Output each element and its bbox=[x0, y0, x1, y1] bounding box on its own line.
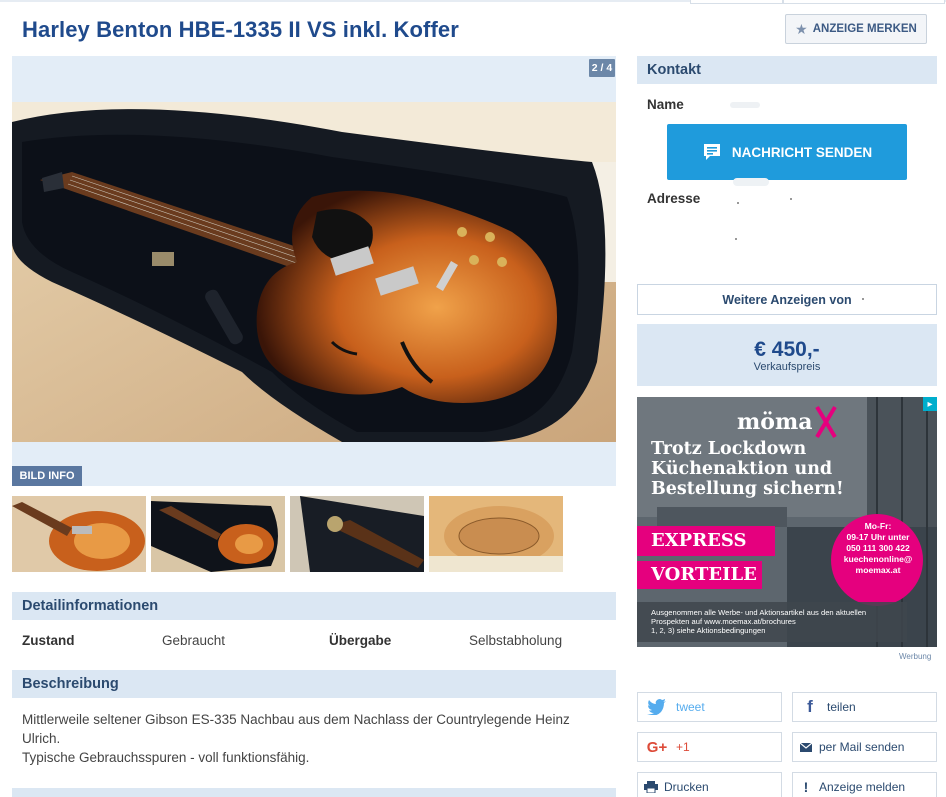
gplus-button[interactable]: G+ +1 bbox=[637, 732, 782, 762]
price-amount: € 450,- bbox=[754, 338, 820, 361]
google-plus-icon: G+ bbox=[646, 738, 668, 756]
handover-value: Selbstabholung bbox=[469, 633, 563, 648]
thumbnail-image bbox=[12, 496, 146, 572]
description-line: Typische Gebrauchsspuren - voll funktion… bbox=[22, 750, 310, 765]
ad-badge: Mo-Fr: 09-17 Uhr unter 050 111 300 422 k… bbox=[833, 521, 923, 576]
guitar-photo bbox=[12, 102, 616, 442]
more-ads-button[interactable]: Weitere Anzeigen von bbox=[637, 284, 937, 315]
condition-value: Gebraucht bbox=[162, 633, 226, 648]
print-button[interactable]: Drucken bbox=[637, 772, 782, 797]
address-label: Adresse bbox=[647, 191, 701, 206]
mail-share-button[interactable]: per Mail senden bbox=[792, 732, 937, 762]
printer-icon bbox=[638, 781, 664, 793]
mail-share-label: per Mail senden bbox=[819, 740, 905, 754]
ad-brand: möma bbox=[737, 409, 813, 435]
contact-heading: Kontakt bbox=[637, 56, 937, 84]
ad-express: EXPRESS bbox=[651, 530, 747, 551]
redacted-name bbox=[730, 102, 760, 108]
thumbnail-image bbox=[429, 496, 563, 572]
main-photo[interactable] bbox=[12, 102, 616, 442]
top-tab[interactable] bbox=[690, 0, 783, 4]
image-counter: 2 / 4 bbox=[589, 59, 615, 77]
more-ads-label: Weitere Anzeigen von bbox=[722, 292, 852, 307]
chat-icon bbox=[703, 144, 720, 160]
page: Harley Benton HBE-1335 II VS inkl. Koffe… bbox=[0, 0, 946, 797]
ad-fineprint: Ausgenommen alle Werbe- und Aktionsartik… bbox=[651, 608, 866, 635]
description-text: Mittlerweile seltener Gibson ES-335 Nach… bbox=[22, 710, 602, 767]
redacted-address bbox=[735, 238, 737, 240]
tweet-button[interactable]: tweet bbox=[637, 692, 782, 722]
thumbnail[interactable] bbox=[12, 496, 146, 572]
gplus-label: +1 bbox=[676, 740, 690, 754]
tweet-label: tweet bbox=[676, 700, 705, 714]
ad-badge-line: moemax.at bbox=[855, 565, 901, 575]
ad-headline-line: Bestellung sichern! bbox=[651, 479, 844, 499]
ad-title: Harley Benton HBE-1335 II VS inkl. Koffe… bbox=[22, 17, 459, 42]
facebook-share-button[interactable]: f teilen bbox=[792, 692, 937, 722]
description-heading: Beschreibung bbox=[12, 670, 616, 698]
ad-badge-line: 050 111 300 422 bbox=[846, 543, 910, 553]
save-ad-button[interactable]: ★ ANZEIGE MERKEN bbox=[785, 14, 927, 44]
print-label: Drucken bbox=[664, 780, 709, 794]
ad-fineprint-line: Prospekten auf www.moemax.at/brochures bbox=[651, 617, 796, 626]
thumbnail[interactable] bbox=[429, 496, 563, 572]
name-label: Name bbox=[647, 97, 684, 112]
ad-fineprint-line: 1, 2, 3) siehe Aktionsbedingungen bbox=[651, 626, 766, 635]
report-ad-button[interactable]: ! Anzeige melden bbox=[792, 772, 937, 797]
ad-vorteile: VORTEILE bbox=[651, 564, 757, 585]
ad-headline-line: Trotz Lockdown bbox=[651, 439, 807, 459]
next-section-heading bbox=[12, 788, 616, 797]
ad-badge-line: Mo-Fr: bbox=[864, 521, 892, 531]
mail-icon bbox=[793, 742, 819, 752]
thumbnail[interactable] bbox=[151, 496, 285, 572]
ad-headline-line: Küchenaktion und bbox=[651, 459, 833, 479]
facebook-share-label: teilen bbox=[827, 700, 856, 714]
thumbnail-image bbox=[290, 496, 424, 572]
star-icon: ★ bbox=[795, 21, 808, 37]
advertisement-banner[interactable]: möma Trotz Lockdown Küchenaktion und Bes… bbox=[637, 397, 937, 647]
thumbnail[interactable] bbox=[290, 496, 424, 572]
twitter-icon bbox=[638, 699, 676, 715]
price-box: € 450,- Verkaufspreis bbox=[637, 324, 937, 386]
exclamation-icon: ! bbox=[803, 779, 809, 795]
ad-choices-icon[interactable]: ▸ bbox=[923, 397, 937, 411]
image-info-button[interactable]: BILD INFO bbox=[12, 466, 82, 486]
condition-label: Zustand bbox=[22, 633, 75, 648]
ad-label: Werbung bbox=[899, 652, 932, 661]
handover-label: Übergabe bbox=[329, 633, 392, 648]
facebook-icon: f bbox=[807, 697, 813, 716]
report-ad-label: Anzeige melden bbox=[819, 780, 906, 794]
price-label: Verkaufspreis bbox=[753, 361, 821, 373]
ad-badge-line: kuechenonline@ bbox=[843, 554, 913, 564]
redacted-blur bbox=[733, 178, 769, 186]
description-line: Mittlerweile seltener Gibson ES-335 Nach… bbox=[22, 712, 570, 746]
send-message-label: NACHRICHT SENDEN bbox=[731, 144, 873, 160]
ad-headline: Trotz Lockdown Küchenaktion und Bestellu… bbox=[651, 439, 844, 499]
top-tab[interactable] bbox=[783, 0, 945, 4]
redacted-seller bbox=[862, 298, 864, 300]
redacted-address bbox=[790, 198, 792, 200]
redacted-address bbox=[737, 202, 739, 204]
ad-badge-line: 09-17 Uhr unter bbox=[846, 532, 910, 542]
save-ad-label: ANZEIGE MERKEN bbox=[812, 23, 917, 35]
send-message-button[interactable]: NACHRICHT SENDEN bbox=[667, 124, 907, 180]
thumbnail-image bbox=[151, 496, 285, 572]
details-heading: Detailinformationen bbox=[12, 592, 616, 620]
ad-fineprint-line: Ausgenommen alle Werbe- und Aktionsartik… bbox=[651, 608, 867, 617]
